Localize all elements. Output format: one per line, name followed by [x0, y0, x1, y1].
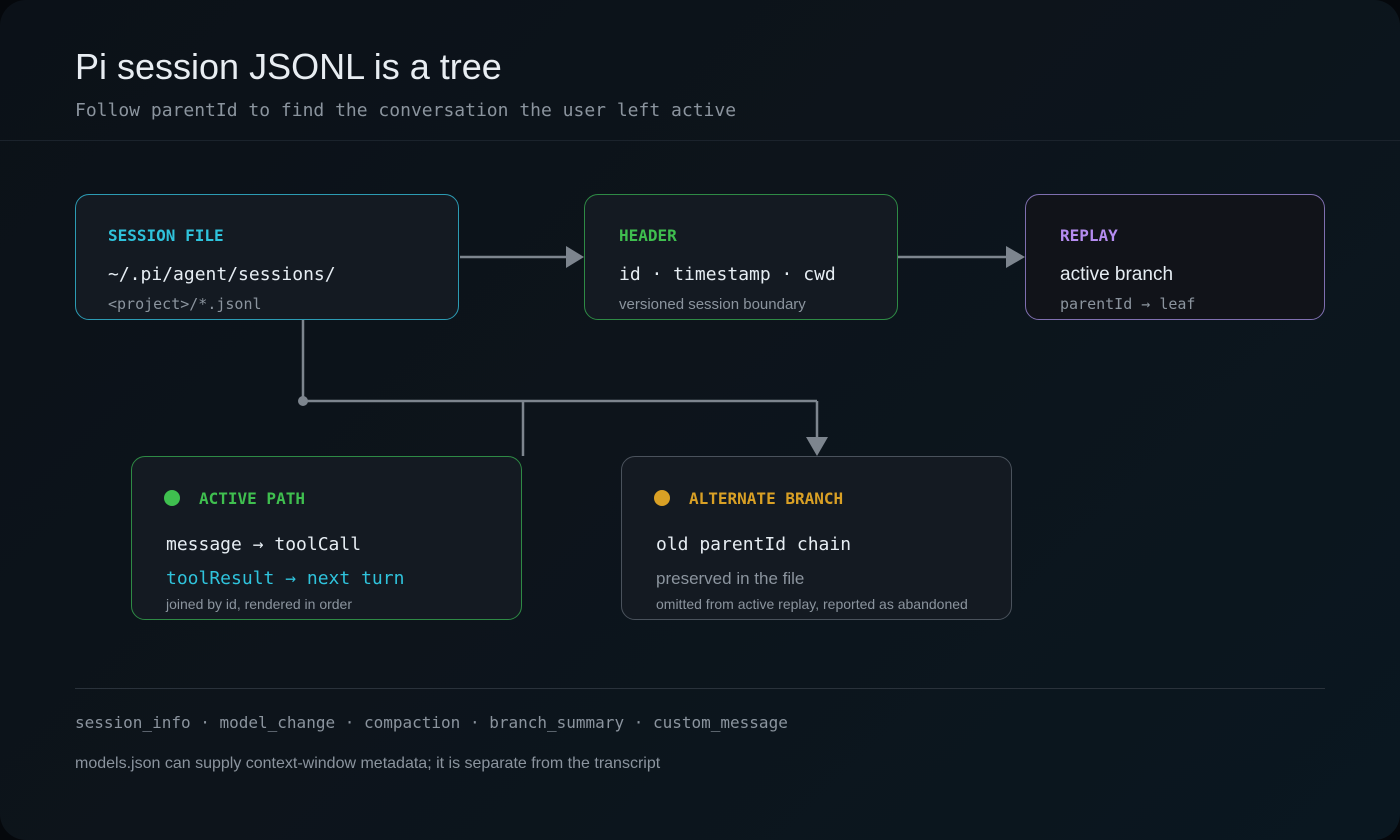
active-path-label: ACTIVE PATH: [199, 489, 305, 508]
header-description: versioned session boundary: [619, 296, 806, 313]
alternate-branch-status-dot: [654, 490, 670, 506]
footer-entry-types: session_info · model_change · compaction…: [75, 713, 788, 732]
header-label: HEADER: [619, 226, 677, 245]
active-path-status-dot: [164, 490, 180, 506]
arrowhead-alternate: [806, 437, 828, 456]
replay-label: REPLAY: [1060, 226, 1118, 245]
header-fields: id · timestamp · cwd: [619, 264, 836, 285]
footer-divider: [75, 688, 1325, 689]
session-file-label: SESSION FILE: [108, 226, 224, 245]
replay-title: active branch: [1060, 264, 1174, 285]
arrowhead-replay: [1006, 246, 1025, 268]
active-path-line2: toolResult → next turn: [166, 568, 405, 589]
session-file-path: ~/.pi/agent/sessions/: [108, 264, 336, 285]
replay-description: parentId → leaf: [1060, 295, 1196, 313]
session-file-pattern: <project>/*.jsonl: [108, 295, 262, 313]
alternate-branch-line1: old parentId chain: [656, 534, 852, 555]
alternate-branch-note: omitted from active replay, reported as …: [656, 596, 968, 612]
active-path-line1: message → toolCall: [166, 534, 362, 555]
alternate-branch-label: ALTERNATE BRANCH: [689, 489, 844, 508]
footer-note: models.json can supply context-window me…: [75, 755, 661, 772]
active-path-note: joined by id, rendered in order: [166, 596, 353, 612]
diagram-canvas: Pi session JSONL is a tree Follow parent…: [0, 0, 1400, 840]
arrowhead-header: [566, 246, 584, 268]
alternate-branch-line2: preserved in the file: [656, 569, 805, 588]
